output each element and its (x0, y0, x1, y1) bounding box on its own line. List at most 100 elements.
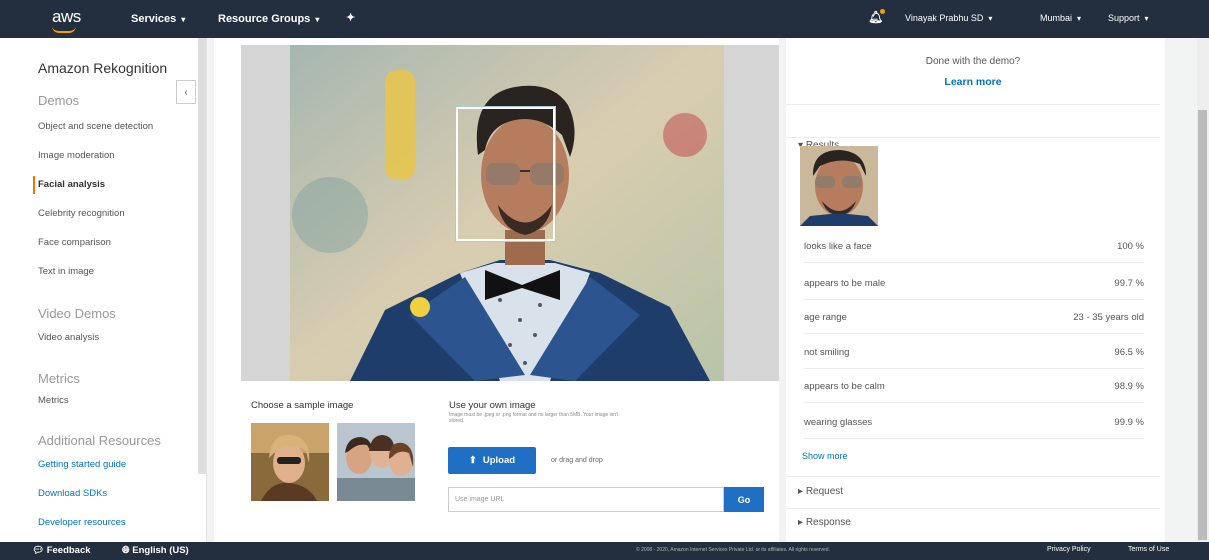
request-expander[interactable]: ▸ Request (798, 486, 843, 497)
chevron-down-icon: ▾ (988, 13, 993, 23)
result-value: 23 - 35 years old (1073, 311, 1144, 323)
sidebar-item-celebrity-recognition[interactable]: Celebrity recognition (38, 208, 125, 219)
sidebar-title: Amazon Rekognition (38, 60, 168, 76)
main-panel: Choose a sample image Use your own image… (214, 38, 779, 542)
result-value: 96.5 % (1114, 346, 1144, 358)
top-navigation-bar: aws Services ▾ Resource Groups ▾ ✦ 🔔︎ Vi… (0, 0, 1209, 38)
link-getting-started[interactable]: Getting started guide (38, 459, 126, 470)
section-video-demos: Video Demos (38, 306, 116, 321)
services-label: Services (131, 13, 177, 25)
sidebar-scrollbar[interactable] (198, 38, 206, 474)
result-value: 99.9 % (1114, 416, 1144, 428)
detected-face-art (800, 146, 878, 226)
face-bounding-box (456, 107, 555, 241)
caret-right-icon: ▸ (798, 486, 804, 497)
learn-more-link[interactable]: Learn more (786, 76, 1160, 88)
result-label: age range (804, 311, 847, 323)
resource-groups-menu[interactable]: Resource Groups ▾ (218, 13, 319, 25)
chevron-down-icon: ▾ (1144, 13, 1149, 23)
result-row: wearing glasses 99.9 % (804, 406, 1144, 439)
notification-dot (880, 9, 885, 14)
page-scrollbar-thumb[interactable] (1198, 110, 1207, 540)
resource-groups-label: Resource Groups (218, 13, 311, 25)
result-row: age range 23 - 35 years old (804, 301, 1144, 334)
sample-thumbnail-2-art (337, 423, 415, 501)
response-expander[interactable]: ▸ Response (798, 517, 851, 528)
divider (786, 104, 1160, 105)
go-button[interactable]: Go (724, 487, 764, 512)
divider (786, 508, 1160, 509)
copyright-text: © 2008 - 2020, Amazon Internet Services … (636, 547, 830, 553)
sidebar-item-image-moderation[interactable]: Image moderation (38, 150, 115, 161)
sidebar-item-facial-analysis[interactable]: Facial analysis (38, 179, 105, 190)
sample-thumbnail-1-art (251, 423, 329, 501)
result-value: 99.7 % (1114, 277, 1144, 289)
done-demo-text: Done with the demo? (925, 56, 1021, 67)
sidebar-item-video-analysis[interactable]: Video analysis (38, 332, 99, 343)
support-menu[interactable]: Support ▾ (1108, 13, 1149, 23)
services-menu[interactable]: Services ▾ (131, 13, 185, 25)
result-row: not smiling 96.5 % (804, 336, 1144, 369)
aws-logo-smile (52, 26, 76, 33)
support-label: Support (1108, 13, 1140, 23)
aws-logo[interactable]: aws (52, 7, 81, 27)
region-label: Mumbai (1040, 13, 1073, 23)
result-label: looks like a face (804, 240, 872, 252)
result-value: 98.9 % (1114, 380, 1144, 392)
image-canvas (241, 45, 779, 381)
chevron-left-icon: ‹ (184, 86, 188, 98)
response-label: Response (805, 517, 851, 528)
image-url-input[interactable]: Use image URL (448, 487, 724, 512)
terms-of-use-link[interactable]: Terms of Use (1128, 546, 1169, 553)
chevron-down-icon: ▾ (1077, 13, 1082, 23)
sidebar-collapse-button[interactable]: ‹ (176, 80, 196, 104)
section-demos: Demos (38, 93, 80, 108)
language-label: English (US) (132, 545, 189, 556)
result-row: looks like a face 100 % (804, 230, 1144, 263)
sample-image-label: Choose a sample image (251, 400, 354, 411)
result-value: 100 % (1117, 240, 1144, 252)
sample-thumbnail-2[interactable] (337, 423, 415, 501)
link-developer-resources[interactable]: Developer resources (38, 517, 126, 528)
pin-icon[interactable]: ✦ (346, 11, 355, 24)
detected-face-thumbnail (800, 146, 878, 226)
result-row: appears to be male 99.7 % (804, 267, 1144, 300)
chat-bubble-icon: 💬︎ (32, 545, 45, 556)
sidebar-item-text-in-image[interactable]: Text in image (38, 266, 94, 277)
results-panel: Done with the demo? Learn more ▾ Results… (786, 38, 1165, 542)
privacy-policy-link[interactable]: Privacy Policy (1047, 546, 1091, 553)
upload-icon: ⬆ (468, 455, 477, 466)
region-menu[interactable]: Mumbai ▾ (1040, 13, 1081, 23)
language-selector[interactable]: 🌐︎ English (US) (122, 545, 189, 556)
sidebar-item-face-comparison[interactable]: Face comparison (38, 237, 111, 248)
sidebar-item-object-scene[interactable]: Object and scene detection (38, 121, 153, 132)
request-label: Request (805, 486, 844, 497)
feedback-link[interactable]: 💬︎ Feedback (32, 545, 91, 556)
globe-icon: 🌐︎ (122, 545, 130, 556)
chevron-down-icon: ▾ (181, 14, 186, 24)
result-label: not smiling (804, 346, 850, 358)
sample-thumbnail-1[interactable] (251, 423, 329, 501)
upload-button[interactable]: ⬆ Upload (448, 447, 536, 474)
footer-bar: 💬︎ Feedback 🌐︎ English (US) © 2008 - 202… (0, 542, 1209, 560)
section-metrics: Metrics (38, 371, 80, 386)
feedback-label: Feedback (46, 545, 91, 556)
show-more-link[interactable]: Show more (802, 451, 848, 461)
chevron-down-icon: ▾ (315, 14, 320, 24)
own-image-label: Use your own image (449, 400, 536, 411)
caret-right-icon: ▸ (798, 517, 804, 528)
link-download-sdks[interactable]: Download SDKs (38, 488, 107, 499)
own-image-hint: Image must be .jpeg or .png format and n… (449, 412, 619, 424)
active-indicator (33, 176, 35, 194)
divider (786, 476, 1160, 477)
drag-drop-hint: or drag and drop (551, 457, 603, 464)
section-additional-resources: Additional Resources (38, 433, 161, 448)
result-label: wearing glasses (804, 416, 873, 428)
sidebar-item-metrics[interactable]: Metrics (38, 395, 69, 406)
user-menu[interactable]: Vinayak Prabhu SD ▾ (905, 13, 992, 23)
upload-label: Upload (482, 455, 516, 466)
result-label: appears to be male (804, 277, 886, 289)
user-name: Vinayak Prabhu SD (905, 13, 984, 23)
result-row: appears to be calm 98.9 % (804, 370, 1144, 403)
sidebar: Amazon Rekognition ‹ Demos Object and sc… (0, 38, 207, 542)
